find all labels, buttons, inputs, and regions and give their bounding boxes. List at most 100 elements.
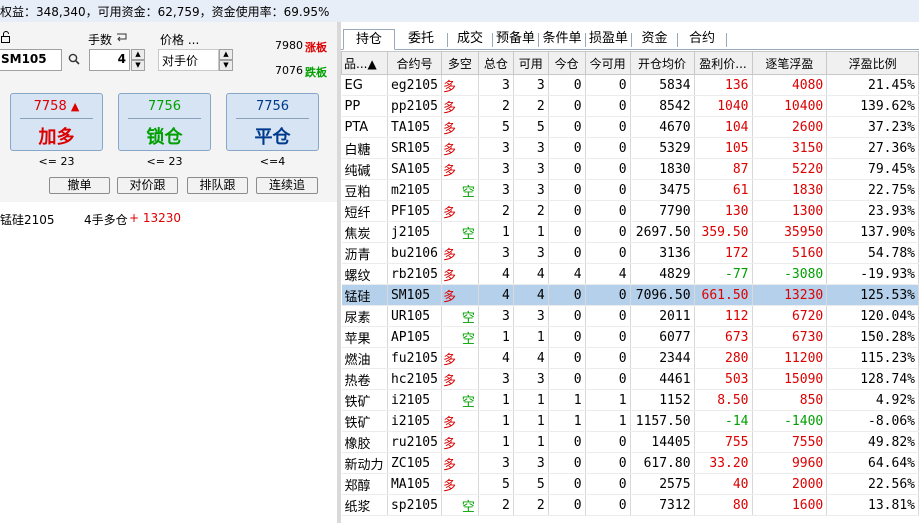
row-profit-price: 80	[694, 494, 753, 516]
row-available: 3	[513, 452, 549, 474]
table-row[interactable]: PP pp2105 多 2 2 0 0 8542 1040 10400 139.62%	[341, 95, 919, 117]
row-direction: 多	[441, 368, 479, 390]
row-direction: 多	[441, 431, 479, 453]
row-contract-code: m2105	[387, 179, 442, 201]
table-row[interactable]: 焦炭 j2105 空 1 1 0 0 2697.50 359.50 35950 137.90%	[341, 221, 919, 243]
column-header-today-available[interactable]: 今可用	[584, 51, 631, 75]
row-pl-ratio: 115.23%	[826, 347, 919, 369]
tab-separator	[726, 33, 727, 47]
table-row[interactable]: 沥青 bu2106 多 3 3 0 0 3136 172 5160 54.78%	[341, 242, 919, 264]
order-controls: SM105 手数 4 ▲ ▼ 价格 ... 对手价 ▲ ▼ 7980 涨板 70…	[0, 22, 337, 202]
row-profit-price: 87	[694, 158, 753, 180]
table-row[interactable]: 铁矿 i2105 空 1 1 1 1 1152 8.50 850 4.92%	[341, 389, 919, 411]
row-available: 4	[513, 263, 549, 285]
column-header-total[interactable]: 总仓	[477, 51, 514, 75]
limit-down-price: 7076	[275, 64, 303, 77]
price-type-input[interactable]: 对手价	[158, 49, 219, 71]
table-row[interactable]: 燃油 fu2105 多 4 4 0 0 2344 280 11200 115.23%	[341, 347, 919, 369]
column-header-open-average[interactable]: 开仓均价	[629, 51, 695, 75]
row-available: 5	[513, 116, 549, 138]
column-header-available[interactable]: 可用	[512, 51, 549, 75]
table-row[interactable]: 橡胶 ru2105 多 1 1 0 0 14405 755 7550 49.82%	[341, 431, 919, 453]
table-row[interactable]: PTA TA105 多 5 5 0 0 4670 104 2600 37.23%	[341, 116, 919, 138]
price-increment-button[interactable]: ▲	[219, 49, 233, 60]
row-pl-ratio: 37.23%	[826, 116, 919, 138]
row-direction: 多	[441, 263, 479, 285]
tab-stop-profit-orders[interactable]: 损盈单	[586, 29, 631, 49]
row-today: 0	[548, 431, 586, 453]
search-icon[interactable]	[68, 53, 80, 68]
contract-input[interactable]: SM105	[0, 49, 62, 71]
table-row[interactable]: 纯碱 SA105 多 3 3 0 0 1830 87 5220 79.45%	[341, 158, 919, 180]
lots-input-value: 4	[117, 52, 126, 66]
row-contract-code: SA105	[387, 158, 442, 180]
tab-conditional-orders[interactable]: 条件单	[539, 29, 585, 49]
tab-positions[interactable]: 持仓	[343, 29, 395, 50]
row-total: 3	[478, 179, 514, 201]
table-row[interactable]: 白糖 SR105 多 3 3 0 0 5329 105 3150 27.36%	[341, 137, 919, 159]
row-total: 3	[478, 452, 514, 474]
queue-follow-button[interactable]: 排队跟	[187, 177, 248, 194]
table-row[interactable]: 纸浆 sp2105 空 2 2 0 0 7312 80 1600 13.81%	[341, 494, 919, 516]
row-open-average: 2575	[630, 473, 695, 495]
table-row[interactable]: 锰硅 SM105 多 4 4 0 0 7096.50 661.50 13230 125.53%	[341, 284, 919, 306]
row-float-pl: 15090	[752, 368, 828, 390]
tab-pending-orders[interactable]: 预备单	[493, 29, 538, 49]
add-long-button[interactable]: 7758 ▲ 加多	[10, 93, 103, 151]
column-header-float-pl[interactable]: 逐笔浮盈	[751, 51, 828, 75]
table-row[interactable]: 铁矿 i2105 多 1 1 1 1 1157.50 -14 -1400 -8.06%	[341, 410, 919, 432]
row-float-pl: 13230	[752, 284, 828, 306]
row-today: 0	[548, 494, 586, 516]
table-row[interactable]: 苹果 AP105 空 1 1 0 0 6077 673 6730 150.28%	[341, 326, 919, 348]
row-pl-ratio: 22.56%	[826, 473, 919, 495]
column-header-pl-ratio[interactable]: 浮盈比例	[826, 51, 919, 75]
row-direction: 多	[441, 347, 479, 369]
row-product-name: 锰硅	[341, 284, 388, 306]
price-label[interactable]: 价格 ...	[160, 31, 199, 48]
lots-decrement-button[interactable]: ▼	[131, 60, 145, 71]
lots-increment-button[interactable]: ▲	[131, 49, 145, 60]
limit-up-label: 涨板	[305, 41, 327, 54]
column-header-contract[interactable]: 合约号	[386, 51, 442, 75]
lock-icon[interactable]	[1, 31, 12, 46]
lock-position-label: 锁仓	[146, 127, 183, 148]
lots-input[interactable]: 4	[89, 49, 130, 71]
table-row[interactable]: 短纤 PF105 多 2 2 0 0 7790 130 1300 23.93%	[341, 200, 919, 222]
row-available: 1	[513, 410, 549, 432]
row-today-available: 0	[585, 179, 631, 201]
tab-trades[interactable]: 成交	[448, 29, 492, 49]
table-row[interactable]: 豆粕 m2105 空 3 3 0 0 3475 61 1830 22.75%	[341, 179, 919, 201]
row-total: 1	[478, 221, 514, 243]
row-profit-price: 112	[694, 305, 753, 327]
table-row[interactable]: 新动力 ZC105 多 3 3 0 0 617.80 33.20 9960 64.64%	[341, 452, 919, 474]
row-today-available: 0	[585, 305, 631, 327]
row-pl-ratio: 125.53%	[826, 284, 919, 306]
table-row[interactable]: 郑醇 MA105 多 5 5 0 0 2575 40 2000 22.56%	[341, 473, 919, 495]
price-decrement-button[interactable]: ▼	[219, 60, 233, 71]
column-header-name[interactable]: 品...▲	[341, 51, 388, 75]
table-row[interactable]: 螺纹 rb2105 多 4 4 4 4 4829 -77 -3080 -19.93%	[341, 263, 919, 285]
column-header-profit-price[interactable]: 盈利价...	[693, 51, 753, 75]
continuous-chase-button[interactable]: 连续追	[256, 177, 318, 194]
row-today-available: 0	[585, 431, 631, 453]
tab-contracts[interactable]: 合约	[678, 29, 726, 49]
row-direction: 空	[441, 494, 479, 516]
cancel-order-button[interactable]: 撤单	[49, 177, 110, 194]
column-header-direction[interactable]: 多空	[440, 51, 479, 75]
tab-orders[interactable]: 委托	[395, 29, 447, 49]
row-pl-ratio: 137.90%	[826, 221, 919, 243]
table-row[interactable]: 尿素 UR105 空 3 3 0 0 2011 112 6720 120.04%	[341, 305, 919, 327]
tab-funds[interactable]: 资金	[632, 29, 677, 49]
return-arrow-icon[interactable]	[116, 32, 128, 46]
row-total: 3	[478, 137, 514, 159]
row-float-pl: 3150	[752, 137, 828, 159]
row-float-pl: 9960	[752, 452, 828, 474]
close-position-button[interactable]: 7756 平仓	[226, 93, 319, 151]
row-pl-ratio: 139.62%	[826, 95, 919, 117]
table-row[interactable]: 热卷 hc2105 多 3 3 0 0 4461 503 15090 128.74%	[341, 368, 919, 390]
column-header-today[interactable]: 今仓	[547, 51, 586, 75]
counter-price-follow-button[interactable]: 对价跟	[117, 177, 178, 194]
table-row[interactable]: EG eg2105 多 3 3 0 0 5834 136 4080 21.45%	[341, 74, 919, 96]
lock-position-button[interactable]: 7756 锁仓	[118, 93, 211, 151]
row-direction: 多	[441, 158, 479, 180]
